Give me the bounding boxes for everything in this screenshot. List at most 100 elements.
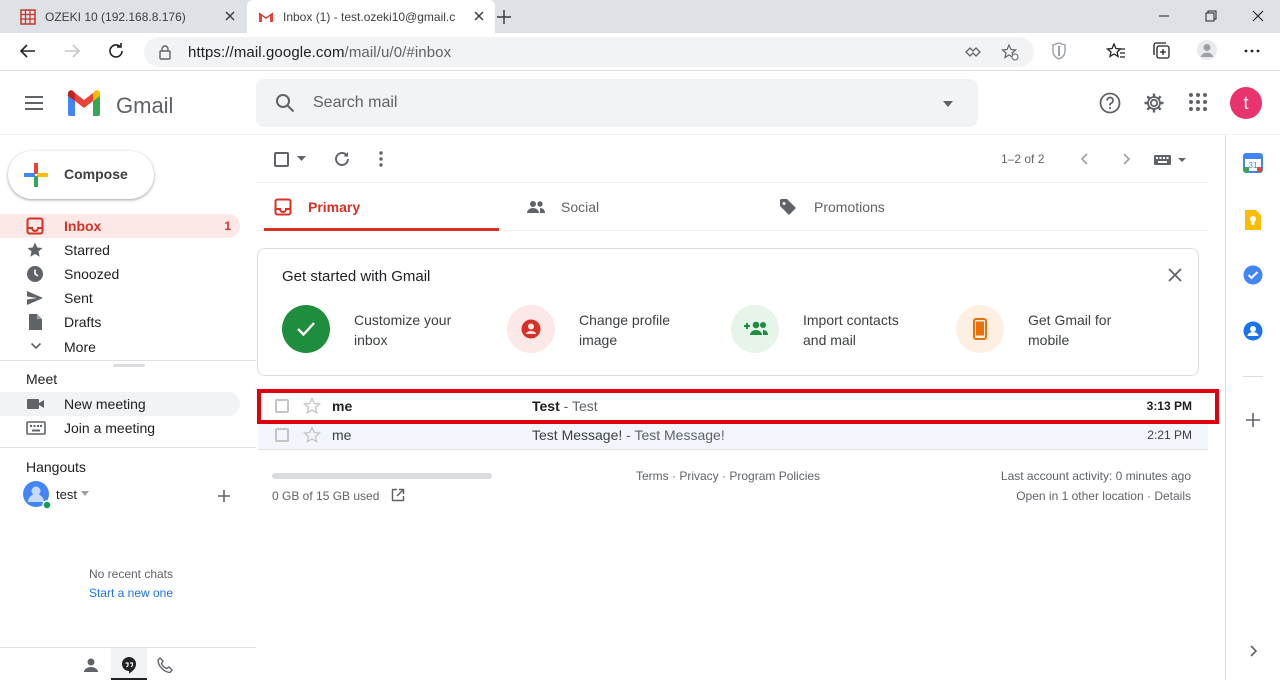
- email-row[interactable]: me Test Message! - Test Message! 2:21 PM: [258, 421, 1208, 449]
- new-tab-icon[interactable]: [494, 7, 514, 27]
- inbox-icon: [274, 198, 292, 216]
- sidebar-item-snoozed[interactable]: Snoozed: [0, 262, 240, 286]
- restore-icon[interactable]: [1203, 8, 1219, 24]
- contacts-icon[interactable]: [1243, 321, 1263, 341]
- hangouts-tab[interactable]: [111, 648, 147, 680]
- program-policies-link[interactable]: Program Policies: [729, 469, 820, 483]
- close-tab-icon[interactable]: [472, 9, 486, 23]
- calendar-icon[interactable]: 31: [1243, 153, 1263, 173]
- search-icon[interactable]: [275, 93, 295, 113]
- lock-icon[interactable]: [158, 44, 172, 60]
- gmail-logo-icon[interactable]: [66, 89, 102, 117]
- expand-panel-chevron-icon[interactable]: [1248, 645, 1258, 657]
- hangouts-user-name[interactable]: test: [56, 487, 77, 502]
- smartphone-icon: [973, 318, 987, 340]
- select-all-checkbox[interactable]: [274, 152, 289, 167]
- divider: [1243, 376, 1263, 377]
- open-in-new-icon[interactable]: [391, 488, 405, 502]
- older-chevron-icon[interactable]: [1121, 153, 1131, 165]
- details-link[interactable]: Details: [1154, 489, 1191, 503]
- browser-toolbar: https://mail.google.com/mail/u/0/#inbox: [0, 33, 1280, 71]
- sidebar-item-sent[interactable]: Sent: [0, 286, 240, 310]
- reader-icon[interactable]: [964, 43, 982, 61]
- keyboard-icon: [26, 421, 46, 435]
- privacy-link[interactable]: Privacy: [679, 469, 718, 483]
- customize-circle: [282, 305, 330, 353]
- hangouts-user-avatar[interactable]: [23, 481, 51, 509]
- profile-icon[interactable]: [1196, 39, 1218, 61]
- back-icon[interactable]: [18, 41, 38, 61]
- phone-icon[interactable]: [157, 657, 173, 673]
- favorites-icon[interactable]: [1106, 41, 1126, 61]
- search-input[interactable]: Search mail: [313, 94, 397, 112]
- contacts-person-icon[interactable]: [83, 657, 99, 673]
- sidebar-item-more[interactable]: More: [0, 335, 240, 359]
- tasks-icon[interactable]: [1243, 265, 1263, 285]
- user-avatar-icon: [23, 481, 51, 509]
- storage-usage-bar: [272, 473, 492, 479]
- search-bar[interactable]: Search mail: [256, 79, 978, 127]
- browser-tab-ozeki[interactable]: OZEKI 10 (192.168.8.176): [0, 0, 246, 33]
- url-path: /mail/u/0/#inbox: [344, 44, 452, 61]
- account-avatar[interactable]: t: [1230, 87, 1262, 119]
- sidebar-item-inbox[interactable]: Inbox 1: [0, 214, 240, 238]
- collections-icon[interactable]: [1151, 41, 1171, 61]
- keep-notes-icon[interactable]: [1243, 209, 1263, 231]
- tab-label: Primary: [308, 199, 361, 215]
- new-chat-plus-icon[interactable]: [217, 489, 231, 503]
- tab-title: OZEKI 10 (192.168.8.176): [45, 9, 186, 24]
- browser-tab-gmail[interactable]: Inbox (1) - test.ozeki10@gmail.com: [247, 0, 495, 33]
- mobile-circle: [956, 305, 1004, 353]
- select-dropdown-icon[interactable]: [297, 156, 306, 162]
- gmail-favicon-icon: [258, 12, 274, 22]
- compose-button[interactable]: Compose: [8, 151, 154, 199]
- tab-primary[interactable]: Primary: [264, 183, 499, 231]
- gmail-logo-text[interactable]: Gmail: [116, 93, 173, 119]
- import-circle: [731, 305, 779, 353]
- shield-extension-icon[interactable]: [1050, 41, 1068, 61]
- sidebar-item-drafts[interactable]: Drafts: [0, 310, 240, 334]
- divider: [258, 449, 1208, 450]
- forward-icon[interactable]: [62, 41, 82, 61]
- new-meeting-item[interactable]: New meeting: [0, 392, 240, 416]
- tab-promotions[interactable]: Promotions: [763, 183, 1003, 231]
- start-new-chat-link[interactable]: Start a new one: [0, 586, 262, 600]
- terms-link[interactable]: Terms: [636, 469, 669, 483]
- add-favorite-icon[interactable]: [1001, 43, 1019, 61]
- main-menu-icon[interactable]: [24, 95, 44, 111]
- close-card-icon[interactable]: [1168, 268, 1182, 282]
- resize-handle[interactable]: [113, 364, 145, 367]
- join-meeting-item[interactable]: Join a meeting: [0, 416, 240, 440]
- open-in-text: Open in 1 other location: [1016, 489, 1144, 503]
- sidebar-item-starred[interactable]: Starred: [0, 238, 240, 262]
- input-tools-keyboard-icon[interactable]: [1153, 154, 1189, 166]
- add-addon-plus-icon[interactable]: [1246, 413, 1260, 427]
- more-actions-icon[interactable]: [378, 151, 384, 167]
- no-recent-chats: No recent chats: [88, 567, 174, 581]
- address-bar[interactable]: https://mail.google.com/mail/u/0/#inbox: [144, 37, 1034, 67]
- email-checkbox[interactable]: [275, 428, 289, 442]
- highlight-box: [257, 389, 1219, 424]
- more-menu-icon[interactable]: [1242, 41, 1262, 61]
- search-options-icon[interactable]: [942, 100, 954, 108]
- meet-item-label: New meeting: [64, 396, 146, 412]
- reload-icon[interactable]: [106, 41, 126, 61]
- video-camera-icon: [27, 399, 44, 409]
- gs-line: and mail: [803, 332, 856, 348]
- apps-grid-icon[interactable]: [1188, 92, 1208, 112]
- status-dropdown-icon[interactable]: [81, 491, 89, 497]
- people-icon: [527, 201, 545, 213]
- minimize-icon[interactable]: [1156, 8, 1172, 24]
- storage-text: 0 GB of 15 GB used: [272, 489, 380, 503]
- settings-gear-icon[interactable]: [1143, 92, 1165, 114]
- hangouts-section-title: Hangouts: [26, 459, 86, 475]
- help-icon[interactable]: [1099, 92, 1121, 114]
- star-outline-icon[interactable]: [303, 426, 321, 444]
- close-tab-icon[interactable]: [223, 9, 237, 23]
- get-started-title: Get started with Gmail: [282, 268, 431, 285]
- newer-chevron-icon[interactable]: [1080, 153, 1090, 165]
- close-window-icon[interactable]: [1250, 8, 1266, 24]
- tab-social[interactable]: Social: [510, 183, 750, 231]
- get-started-text: Customize your inbox: [354, 310, 484, 350]
- refresh-icon[interactable]: [333, 150, 351, 168]
